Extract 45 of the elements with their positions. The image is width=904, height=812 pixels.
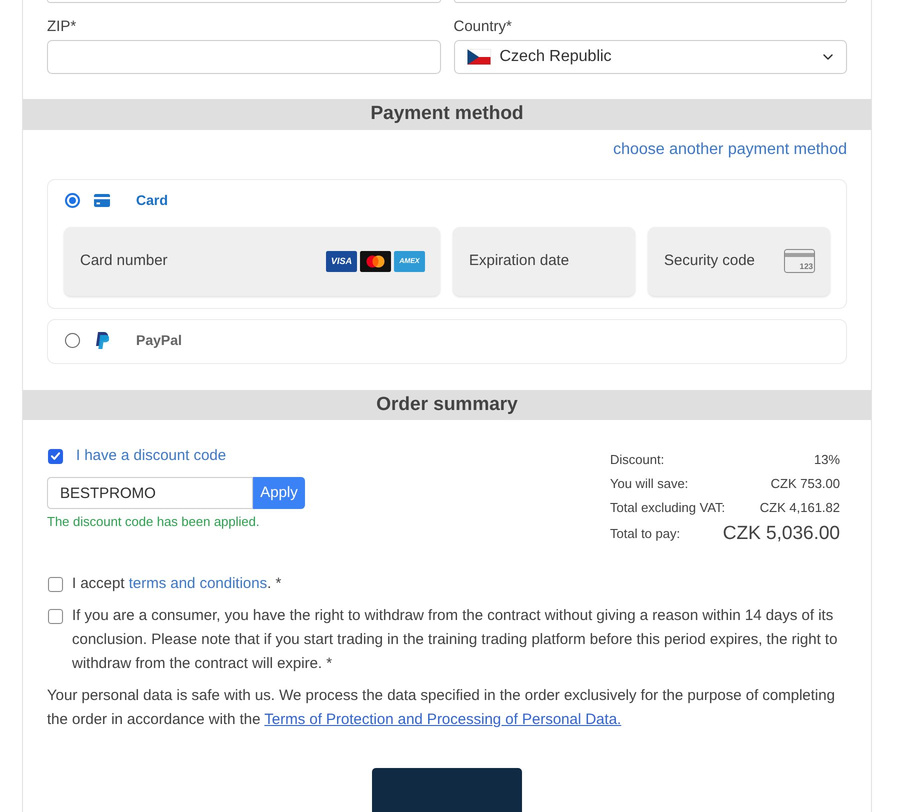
consent-text: I accept terms and conditions. *: [72, 574, 282, 594]
flag-icon: [466, 49, 490, 65]
overlapping-circles-icon: [360, 250, 391, 272]
p-logo-icon: [95, 332, 109, 349]
visa-logo: VISA: [326, 250, 357, 272]
input-field[interactable]: [47, 0, 440, 3]
field-placeholder: Card number: [80, 250, 168, 271]
section-header: Payment method: [23, 99, 871, 130]
input-field[interactable]: [454, 0, 847, 3]
apply-button[interactable]: Apply: [253, 477, 305, 509]
checkmark-icon: [51, 452, 60, 460]
security-code-icon: 123: [784, 249, 815, 273]
total-amount: CZK 5,036.00: [722, 522, 840, 546]
expiration-date-field[interactable]: Expiration date: [453, 226, 635, 296]
checkbox[interactable]: [48, 577, 63, 592]
privacy-terms-link[interactable]: Terms of Protection and Processing of Personal Data.: [264, 711, 622, 728]
summary-label: You will save:: [610, 475, 688, 494]
summary-value: CZK 4,161.82: [760, 499, 840, 518]
privacy-notice: Your personal data is safe with us. We process the data specified in the order exclusively for the purpose of completing the order in accordance with the Terms of Protection and Processing of Personal Data.: [47, 686, 836, 730]
field-placeholder: Expiration date: [469, 250, 570, 271]
payment-option-label[interactable]: Card: [136, 190, 168, 211]
field-label: ZIP*: [47, 17, 76, 37]
summary-value: 13%: [814, 451, 840, 470]
terms-link[interactable]: terms and conditions: [128, 575, 268, 592]
radio-button[interactable]: [65, 193, 80, 208]
discount-success-message: The discount code has been applied.: [47, 514, 260, 530]
field-placeholder: Security code: [664, 250, 755, 271]
summary-label: Discount:: [610, 451, 664, 470]
section-header: Order summary: [23, 390, 871, 420]
summary-value: CZK 753.00: [770, 475, 840, 494]
payment-option-label[interactable]: PayPal: [136, 330, 182, 351]
change-payment-link[interactable]: choose another payment method: [613, 140, 847, 160]
summary-label: Total excluding VAT:: [610, 499, 726, 518]
country-select[interactable]: Czech Republic: [454, 40, 847, 74]
credit-card-icon: [94, 194, 110, 207]
field-label: Country*: [454, 17, 512, 37]
consent-text: If you are a consumer, you have the right to withdraw from the contract without giving a reason within 14 days of its conclusion. Please note that if you start trading in the training trading platform before this period expires, the right to withdraw from the contract will expire. *: [72, 606, 838, 674]
zip-input[interactable]: [47, 40, 440, 74]
summary-label: Total to pay:: [610, 525, 680, 544]
security-code-field[interactable]: Security code 123: [648, 226, 830, 296]
checkbox[interactable]: [48, 609, 63, 624]
radio-button[interactable]: [65, 333, 80, 348]
checkbox[interactable]: [48, 448, 63, 464]
discount-code-label[interactable]: I have a discount code: [76, 444, 226, 468]
discount-code-input[interactable]: BESTPROMO: [47, 477, 253, 509]
